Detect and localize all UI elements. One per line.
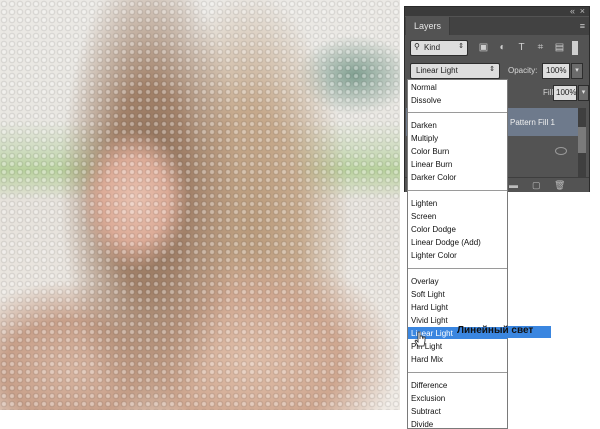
blend-item-color-dodge[interactable]: Color Dodge (411, 225, 456, 235)
blend-item-darker-color[interactable]: Darker Color (411, 173, 456, 183)
shape-filter-icon[interactable]: ⌗ (535, 42, 546, 53)
chevron-updown-icon: ⇕ (489, 66, 495, 73)
eye-icon[interactable] (555, 147, 567, 155)
filter-row: ⚲ Kind ⇕ ▣ ◐ T ⌗ ▤ (410, 40, 584, 58)
blend-mode-list: Normal Dissolve Darken Multiply Color Bu… (407, 79, 508, 429)
blend-item-normal[interactable]: Normal (411, 83, 437, 93)
fill-input[interactable]: 100% (553, 85, 577, 101)
blend-item-color-burn[interactable]: Color Burn (411, 147, 449, 157)
scrollbar-thumb[interactable] (578, 127, 586, 153)
opacity-label: Opacity: (508, 66, 538, 75)
layer-name: Pattern Fill 1 (510, 118, 555, 127)
blend-item-soft-light[interactable]: Soft Light (411, 290, 445, 300)
opacity-dropdown-icon[interactable]: ▾ (571, 63, 583, 79)
blend-item-screen[interactable]: Screen (411, 212, 436, 222)
blend-item-lighter-color[interactable]: Lighter Color (411, 251, 457, 261)
close-icon[interactable]: × (580, 6, 585, 16)
new-layer-icon[interactable]: ▢ (532, 180, 541, 191)
collapse-icon[interactable]: « (570, 6, 575, 16)
translation-label: Линейный свет (457, 325, 534, 336)
panel-title-strip (405, 7, 589, 16)
adjustment-filter-icon[interactable]: ◐ (497, 42, 508, 53)
blend-item-difference[interactable]: Difference (411, 381, 447, 391)
delete-layer-icon[interactable]: 🗑 (554, 180, 565, 191)
kind-label: Kind (424, 43, 441, 52)
opacity-input[interactable]: 100% (542, 63, 570, 79)
search-icon: ⚲ (414, 42, 420, 51)
new-group-icon[interactable]: ▬ (509, 180, 518, 190)
type-filter-icon[interactable]: T (516, 42, 527, 53)
canvas-image (0, 0, 400, 410)
image-filter-icon[interactable]: ▣ (478, 42, 489, 53)
blend-item-dissolve[interactable]: Dissolve (411, 96, 441, 106)
separator (408, 112, 507, 113)
separator (408, 372, 507, 373)
blend-item-divide[interactable]: Divide (411, 420, 433, 428)
blend-item-multiply[interactable]: Multiply (411, 134, 438, 144)
tab-layers[interactable]: Layers (406, 17, 451, 35)
panel-menu-icon[interactable]: ≡ (580, 21, 585, 31)
blend-item-linear-dodge[interactable]: Linear Dodge (Add) (411, 238, 481, 248)
blend-item-linear-burn[interactable]: Linear Burn (411, 160, 452, 170)
blend-mode-select[interactable]: Linear Light ⇕ (410, 63, 500, 79)
separator (408, 190, 507, 191)
blend-item-overlay[interactable]: Overlay (411, 277, 439, 287)
kind-filter-select[interactable]: ⚲ Kind ⇕ (410, 40, 468, 56)
chevron-updown-icon: ⇕ (458, 43, 464, 50)
separator (408, 268, 507, 269)
blend-item-hard-light[interactable]: Hard Light (411, 303, 448, 313)
blend-mode-value: Linear Light (416, 66, 458, 75)
blend-item-vivid-light[interactable]: Vivid Light (411, 316, 448, 326)
cursor-icon (414, 331, 426, 347)
blend-item-subtract[interactable]: Subtract (411, 407, 441, 417)
fill-dropdown-icon[interactable]: ▾ (578, 85, 589, 101)
blend-item-lighten[interactable]: Lighten (411, 199, 437, 209)
smart-object-filter-icon[interactable]: ▤ (554, 42, 565, 53)
blend-item-hard-mix[interactable]: Hard Mix (411, 355, 443, 365)
filter-toggle[interactable] (572, 41, 578, 55)
blend-item-exclusion[interactable]: Exclusion (411, 394, 445, 404)
blend-item-darken[interactable]: Darken (411, 121, 437, 131)
